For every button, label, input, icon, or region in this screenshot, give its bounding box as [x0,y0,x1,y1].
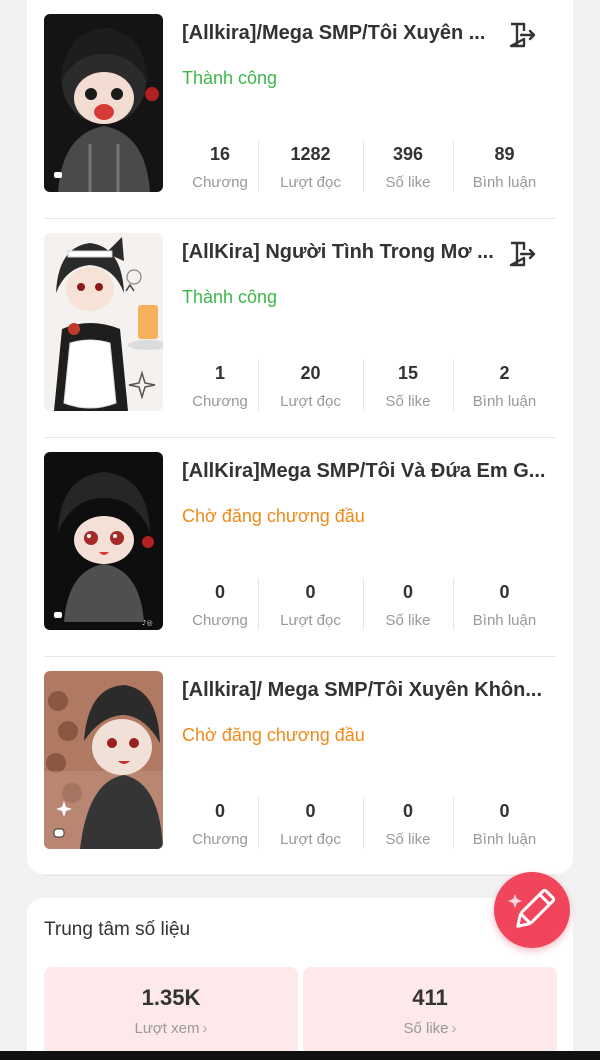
stat-label: Chương [192,612,248,629]
system-nav-bar [0,1051,600,1060]
story-cover-image[interactable] [44,233,163,411]
story-cover-image[interactable] [44,671,163,849]
stat-value: 0 [499,801,510,821]
story-status: Thành công [182,287,278,307]
story-title[interactable]: [AllKira] Người Tình Trong Mơ ... [182,241,500,264]
cover-art-2 [44,233,163,411]
stat-label: Chương [192,393,248,410]
stat-value: 0 [402,801,413,821]
metric-label: Số like [403,1020,449,1037]
stat-value: 15 [397,363,419,383]
story-cover-image[interactable] [44,14,163,192]
write-button[interactable] [494,872,570,948]
stat-reads: 0 Lượt đọc [258,797,363,849]
stat-label: Số like [385,612,431,629]
pencil-icon [508,888,556,928]
story-item[interactable]: [AllKira] Người Tình Trong Mơ ... Thành … [44,219,556,438]
stat-value: 1282 [290,144,331,164]
stat-reads: 0 Lượt đọc [258,578,363,630]
stat-value: 2 [499,363,510,383]
metric-likes[interactable]: 411 Số like › [303,967,557,1055]
stat-value: 16 [209,144,231,164]
stat-value: 20 [300,363,321,383]
stat-value: 396 [392,144,424,164]
chevron-right-icon: › [451,1020,457,1037]
stat-label: Chương [192,174,248,191]
stat-value: 89 [494,144,515,164]
data-center-card: Trung tâm số liệu 1.35K Lượt xem › 411 Số… [27,898,573,1060]
stat-label: Lượt đọc [280,831,341,848]
stat-likes: 15 Số like [363,359,453,411]
stat-value: 0 [499,582,510,602]
stat-value: 0 [305,582,316,602]
story-item[interactable]: ♪◎ [AllKira]Mega SMP/Tôi Và Đứa Em G... … [44,438,556,657]
stat-chapters: 16 Chương [182,140,258,192]
stat-label: Bình luận [472,831,537,848]
data-center-title: Trung tâm số liệu [44,919,191,940]
exit-icon[interactable] [506,239,536,269]
cover-art-4 [44,671,163,849]
metric-value: 1.35K [141,985,201,1010]
story-stats: 0 Chương 0 Lượt đọc 0 Số like 0 Bình luận [182,578,556,630]
stat-comments: 89 Bình luận [453,140,556,192]
exit-icon[interactable] [506,20,536,50]
stat-label: Số like [385,393,431,410]
stat-label: Bình luận [472,393,537,410]
stat-likes: 0 Số like [363,797,453,849]
story-title[interactable]: [Allkira]/Mega SMP/Tôi Xuyên ... [182,22,500,45]
metric-label: Lượt xem [134,1020,200,1037]
stat-comments: 2 Bình luận [453,359,556,411]
cover-art-1 [44,14,163,192]
stat-chapters: 1 Chương [182,359,258,411]
stat-value: 1 [214,363,225,383]
svg-text:♪◎: ♪◎ [142,619,153,627]
chevron-right-icon: › [202,1020,208,1037]
story-title[interactable]: [Allkira]/ Mega SMP/Tôi Xuyên Khôn... [182,679,556,702]
story-title[interactable]: [AllKira]Mega SMP/Tôi Và Đứa Em G... [182,460,556,483]
stat-value: 0 [214,801,225,821]
stat-label: Bình luận [472,612,537,629]
story-status: Thành công [182,68,278,88]
story-stats: 1 Chương 20 Lượt đọc 15 Số like 2 Bình luận [182,359,556,411]
story-item[interactable]: [Allkira]/ Mega SMP/Tôi Xuyên Khôn... Ch… [44,657,556,876]
story-status: Chờ đăng chương đầu [182,506,365,526]
story-stats: 0 Chương 0 Lượt đọc 0 Số like 0 Bình luận [182,797,556,849]
stat-chapters: 0 Chương [182,578,258,630]
stat-label: Lượt đọc [280,612,341,629]
stat-likes: 0 Số like [363,578,453,630]
story-stats: 16 Chương 1282 Lượt đọc 396 Số like 89 Bình … [182,140,556,192]
stat-likes: 396 Số like [363,140,453,192]
stat-reads: 1282 Lượt đọc [258,140,363,192]
stat-comments: 0 Bình luận [453,578,556,630]
stat-value: 0 [402,582,413,602]
story-status: Chờ đăng chương đầu [182,725,365,745]
stat-comments: 0 Bình luận [453,797,556,849]
cover-art-3: ♪◎ [44,452,163,630]
story-cover-image[interactable]: ♪◎ [44,452,163,630]
stat-label: Bình luận [472,174,537,191]
stat-label: Lượt đọc [280,174,341,191]
metric-value: 411 [412,985,448,1010]
stat-value: 0 [305,801,316,821]
stat-label: Chương [192,831,248,848]
stat-reads: 20 Lượt đọc [258,359,363,411]
stat-chapters: 0 Chương [182,797,258,849]
stat-label: Số like [385,831,431,848]
stat-label: Lượt đọc [280,393,341,410]
story-item[interactable]: [Allkira]/Mega SMP/Tôi Xuyên ... Thành c… [44,0,556,219]
metric-views[interactable]: 1.35K Lượt xem › [44,967,298,1055]
my-stories-card: [Allkira]/Mega SMP/Tôi Xuyên ... Thành c… [27,0,573,876]
stat-label: Số like [385,174,431,191]
stat-value: 0 [214,582,225,602]
